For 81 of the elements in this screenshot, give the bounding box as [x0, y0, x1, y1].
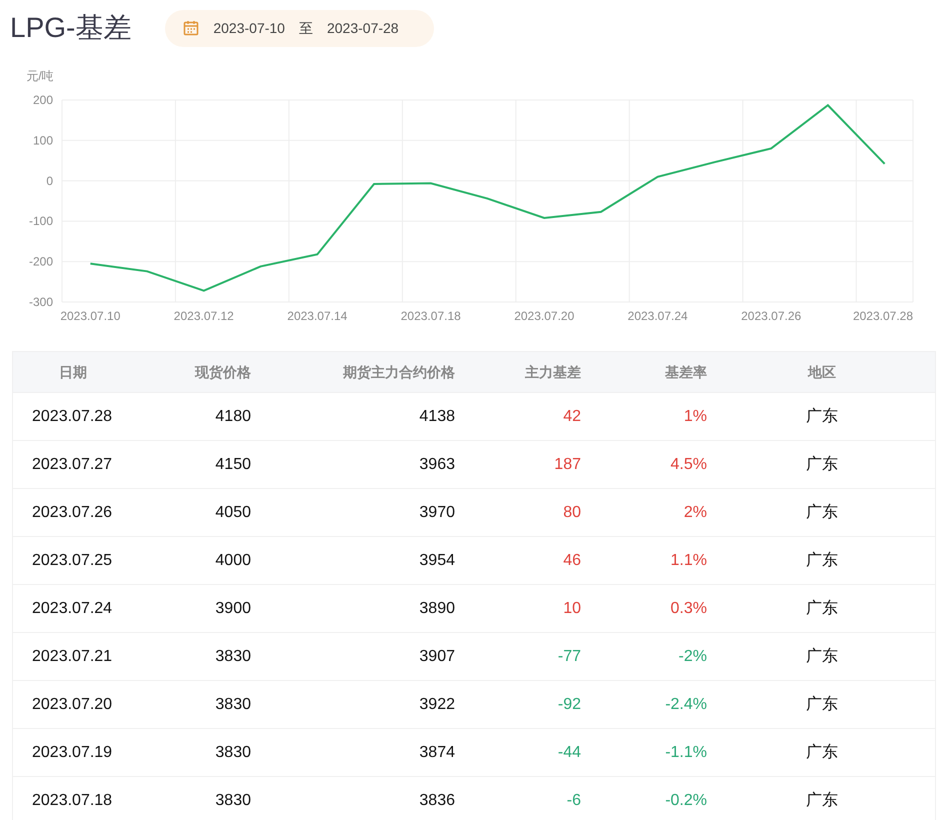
table-cell-text: 4138: [418, 406, 455, 426]
table-cell-text: 广东: [805, 502, 839, 522]
date-range-picker[interactable]: 2023-07-10 至 2023-07-28: [165, 10, 434, 46]
table-cell-text: 2023.07.19: [31, 742, 114, 762]
calendar-icon: [183, 20, 200, 36]
table-cell-text: 2023.07.18: [31, 790, 114, 810]
table-cell-text: -2%: [678, 646, 707, 666]
table-cell-text: 3900: [214, 598, 251, 618]
table-cell-text: 广东: [805, 550, 839, 570]
table-cell-text: -0.2%: [664, 790, 707, 810]
column-header: 基差率: [664, 362, 707, 382]
axis-label: 2023.07.28: [852, 309, 913, 323]
table-cell-text: 3874: [418, 742, 455, 762]
table-cell-text: 4150: [214, 454, 251, 474]
table-cell-text: 2%: [682, 502, 707, 522]
page-title: LPG-基差: [10, 14, 132, 42]
table-cell-text: 2023.07.25: [31, 550, 114, 570]
axis-unit-label: 元/吨: [26, 69, 54, 83]
axis-label: 2023.07.18: [400, 309, 461, 323]
axis-label: -300: [28, 295, 53, 309]
table-cell-text: 3830: [214, 646, 251, 666]
table-cell-text: 广东: [805, 646, 839, 666]
table-cell-text: 2023.07.24: [31, 598, 114, 618]
table-cell-text: 3830: [214, 694, 251, 714]
axis-label: 200: [32, 93, 53, 107]
table-cell-text: 3970: [418, 502, 455, 522]
axis-label: 2023.07.14: [287, 309, 348, 323]
table-cell-text: 42: [562, 406, 581, 426]
axis-label: 2023.07.24: [628, 309, 688, 323]
table-cell-text: 3830: [214, 790, 251, 810]
table-cell-text: 46: [562, 550, 581, 570]
column-header: 期货主力合约价格: [342, 362, 455, 382]
table-cell-text: 广东: [805, 742, 839, 762]
table-cell-text: 0.3%: [670, 598, 707, 618]
table-cell-text: 2023.07.26: [31, 502, 114, 522]
table-cell-text: -1.1%: [664, 742, 707, 762]
table-cell-text: 3954: [418, 550, 455, 570]
table-cell-text: 10: [562, 598, 581, 618]
table-cell-text: -6: [566, 790, 581, 810]
axis-label: 2023.07.10: [60, 309, 120, 323]
table-cell-text: 广东: [805, 790, 839, 810]
table-cell-text: 1%: [682, 406, 707, 426]
table-cell-text: 187: [553, 454, 581, 474]
axis-label: 2023.07.26: [741, 309, 802, 323]
axis-label: 2023.07.20: [514, 309, 574, 323]
table-cell-text: 2023.07.20: [31, 694, 114, 714]
table-cell-text: -77: [556, 646, 581, 666]
column-header: 现货价格: [194, 362, 251, 382]
table-cell-text: 广东: [805, 598, 839, 618]
axis-label: 100: [32, 133, 53, 148]
axis-label: 2023.07.12: [174, 309, 234, 323]
table-cell-text: 2023.07.21: [31, 646, 114, 666]
axis-label: -200: [28, 254, 53, 269]
table-cell-text: 4000: [214, 550, 251, 570]
table-cell-text: 4180: [214, 406, 251, 426]
table-cell-text: 广东: [805, 454, 839, 474]
table-cell-text: 80: [562, 502, 581, 522]
axis-label: -100: [28, 214, 53, 228]
table-cell-text: 3907: [418, 646, 455, 666]
table-cell-text: -2.4%: [664, 694, 707, 714]
range-separator: 至: [298, 18, 313, 38]
table-cell-text: -92: [556, 694, 581, 714]
table-cell-text: 3830: [214, 742, 251, 762]
table-cell-text: -44: [556, 742, 581, 762]
table-cell-text: 4050: [214, 502, 251, 522]
table-cell-text: 3963: [418, 454, 455, 474]
end-date: 2023-07-28: [326, 18, 399, 38]
table-cell-text: 3890: [418, 598, 455, 618]
axis-label: 0: [46, 174, 53, 188]
table-cell-text: 4.5%: [670, 454, 707, 474]
table-cell-text: 2023.07.27: [31, 454, 114, 474]
table-cell-text: 广东: [805, 406, 839, 426]
column-header: 日期: [58, 362, 88, 382]
table-cell-text: 3836: [418, 790, 455, 810]
column-header: 主力基差: [524, 362, 581, 382]
table-cell-text: 1.1%: [670, 550, 707, 570]
table-cell-text: 2023.07.28: [31, 406, 114, 426]
table-cell-text: 广东: [805, 694, 839, 714]
column-header: 地区: [806, 362, 837, 382]
start-date: 2023-07-10: [213, 18, 285, 38]
table-cell-text: 3922: [418, 694, 455, 714]
